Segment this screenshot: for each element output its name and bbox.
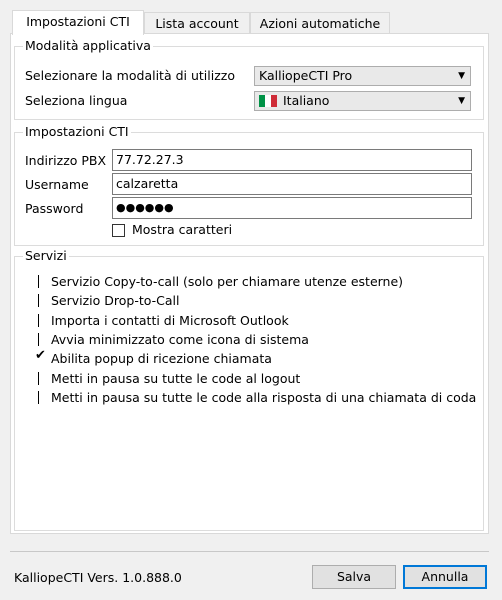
service-label: Metti in pausa su tutte le code alla ris… [50, 390, 477, 405]
save-button[interactable]: Salva [312, 565, 396, 589]
cti-group: Impostazioni CTI Indirizzo PBX 77.72.27.… [14, 124, 484, 246]
service-item-copy-to-call[interactable]: Servizio Copy-to-call (solo per chiamare… [35, 273, 403, 291]
language-label: Seleziona lingua [25, 93, 128, 108]
username-input[interactable]: calzaretta [112, 173, 472, 195]
pbx-label: Indirizzo PBX [25, 153, 107, 168]
password-input[interactable]: ●●●●●● [112, 197, 472, 219]
service-label: Metti in pausa su tutte le code al logou… [50, 371, 301, 386]
mode-label: Selezionare la modalità di utilizzo [25, 68, 235, 83]
language-select-value: Italiano [282, 93, 330, 108]
chevron-down-icon: ▼ [458, 71, 465, 81]
cti-group-title: Impostazioni CTI [23, 124, 131, 140]
tab-azioni-automatiche[interactable]: Azioni automatiche [250, 12, 390, 34]
checkmark-icon: ✔ [35, 348, 46, 363]
username-label: Username [25, 177, 89, 192]
service-item-import-outlook[interactable]: Importa i contatti di Microsoft Outlook [35, 312, 289, 330]
version-label: KalliopeCTI Vers. 1.0.888.0 [14, 570, 182, 585]
tab-lista-account[interactable]: Lista account [144, 12, 250, 34]
mode-select[interactable]: KalliopeCTI Pro ▼ [254, 66, 471, 86]
password-label: Password [25, 201, 84, 216]
service-checkbox[interactable] [35, 274, 47, 288]
tab-impostazioni-cti[interactable]: Impostazioni CTI [12, 10, 144, 35]
chevron-down-icon: ▼ [458, 96, 465, 106]
pbx-input[interactable]: 77.72.27.3 [112, 149, 472, 171]
service-checkbox[interactable] [35, 390, 47, 404]
service-label: Servizio Copy-to-call (solo per chiamare… [50, 274, 404, 289]
service-item-drop-to-call[interactable]: Servizio Drop-to-Call [35, 292, 179, 310]
service-item-popup[interactable]: ✔ Abilita popup di ricezione chiamata [35, 348, 272, 368]
mode-group: Modalità applicativa Selezionare la moda… [14, 38, 484, 120]
cancel-button[interactable]: Annulla [403, 565, 487, 589]
service-label: Servizio Drop-to-Call [50, 293, 180, 308]
service-item-start-minimized[interactable]: Avvia minimizzato come icona di sistema [35, 331, 309, 349]
service-label: Abilita popup di ricezione chiamata [50, 351, 272, 366]
tab-panel: Modalità applicativa Selezionare la moda… [10, 33, 489, 534]
service-checkbox[interactable] [35, 313, 47, 327]
mode-select-value: KalliopeCTI Pro [259, 68, 353, 83]
show-chars-checkbox[interactable] [112, 224, 125, 237]
language-select[interactable]: Italiano ▼ [254, 91, 471, 111]
service-checkbox[interactable]: ✔ [35, 348, 47, 365]
service-checkbox[interactable] [35, 293, 47, 307]
service-label: Avvia minimizzato come icona di sistema [50, 332, 309, 347]
show-chars-label: Mostra caratteri [132, 222, 233, 237]
service-label: Importa i contatti di Microsoft Outlook [50, 313, 289, 328]
services-group-title: Servizi [23, 248, 69, 264]
service-checkbox[interactable] [35, 371, 47, 385]
mode-group-title: Modalità applicativa [23, 38, 153, 54]
service-checkbox[interactable] [35, 332, 47, 346]
service-item-pause-logout[interactable]: Metti in pausa su tutte le code al logou… [35, 370, 300, 388]
service-item-pause-answer[interactable]: Metti in pausa su tutte le code alla ris… [35, 389, 476, 407]
footer-divider [10, 551, 489, 552]
italy-flag-icon [259, 94, 277, 107]
